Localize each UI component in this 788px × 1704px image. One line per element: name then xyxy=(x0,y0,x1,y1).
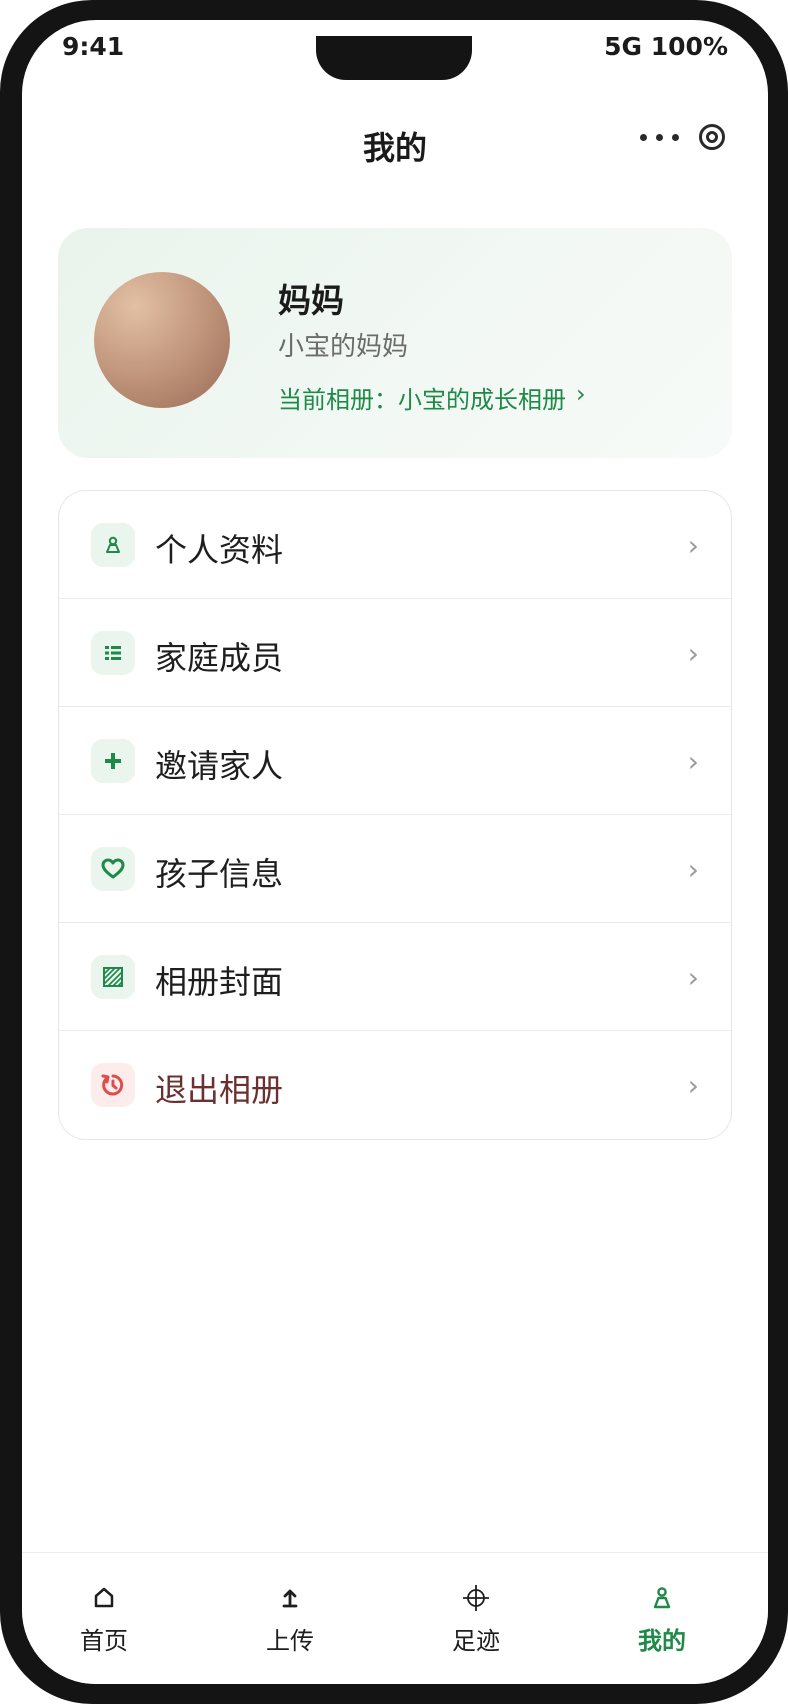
menu-item-exit-album[interactable]: 退出相册 › xyxy=(59,1031,731,1139)
tab-label: 足迹 xyxy=(452,1627,500,1655)
person-icon xyxy=(91,523,135,567)
album-prefix: 当前相册： xyxy=(278,386,398,414)
menu-item-label: 相册封面 xyxy=(155,963,284,1001)
menu-item-profile[interactable]: 个人资料 › xyxy=(59,491,731,599)
menu-item-album-cover[interactable]: 相册封面 › xyxy=(59,923,731,1031)
profile-name: 妈妈 xyxy=(278,281,344,320)
status-time: 9:41 xyxy=(62,32,125,61)
menu-item-child-info[interactable]: 孩子信息 › xyxy=(59,815,731,923)
phone-frame: 9:41 5G 100% 我的 妈妈 小宝的妈妈 当前相册： 小宝的成长相册 ›… xyxy=(0,0,788,1704)
home-icon xyxy=(92,1581,116,1615)
chevron-right-icon: › xyxy=(687,529,699,562)
menu-item-label: 个人资料 xyxy=(155,531,284,569)
status-signal: 5G 100% xyxy=(604,32,728,61)
menu-item-family[interactable]: 家庭成员 › xyxy=(59,599,731,707)
chevron-right-icon: › xyxy=(687,961,699,994)
mini-program-capsule xyxy=(640,124,725,150)
tab-footprints[interactable]: 足迹 xyxy=(416,1581,536,1656)
upload-icon xyxy=(278,1581,302,1615)
tab-label: 我的 xyxy=(638,1627,686,1655)
crosshair-icon xyxy=(461,1581,491,1615)
menu-item-label: 邀请家人 xyxy=(155,747,284,785)
tab-home[interactable]: 首页 xyxy=(44,1581,164,1656)
menu-item-label: 家庭成员 xyxy=(155,639,284,677)
tab-label: 上传 xyxy=(266,1627,314,1655)
list-icon xyxy=(91,631,135,675)
chevron-right-icon: › xyxy=(687,853,699,886)
tab-mine[interactable]: 我的 xyxy=(602,1581,722,1656)
menu-item-label: 孩子信息 xyxy=(155,855,284,893)
album-name: 小宝的成长相册 xyxy=(398,386,566,414)
menu-item-invite[interactable]: 邀请家人 › xyxy=(59,707,731,815)
tab-upload[interactable]: 上传 xyxy=(230,1581,350,1656)
profile-role: 小宝的妈妈 xyxy=(278,332,409,362)
current-album-link[interactable]: 当前相册： 小宝的成长相册 › xyxy=(278,380,586,415)
plus-icon xyxy=(91,739,135,783)
chevron-right-icon: › xyxy=(576,380,586,408)
tab-label: 首页 xyxy=(80,1627,128,1655)
screen: 9:41 5G 100% 我的 妈妈 小宝的妈妈 当前相册： 小宝的成长相册 ›… xyxy=(22,20,768,1684)
camera-notch xyxy=(316,36,472,80)
heart-icon xyxy=(91,847,135,891)
chevron-right-icon: › xyxy=(687,1069,699,1102)
chevron-right-icon: › xyxy=(687,637,699,670)
target-icon[interactable] xyxy=(699,124,725,150)
menu-item-label: 退出相册 xyxy=(155,1071,284,1109)
settings-menu: 个人资料 › 家庭成员 › 邀请家人 › 孩子信息 › 相册封面 › 退出相册 … xyxy=(58,490,732,1140)
profile-card[interactable]: 妈妈 小宝的妈妈 当前相册： 小宝的成长相册 › xyxy=(58,228,732,458)
image-icon xyxy=(91,955,135,999)
person-icon xyxy=(651,1581,673,1615)
avatar[interactable] xyxy=(94,272,230,408)
more-dots-icon[interactable] xyxy=(640,133,679,141)
bottom-tab-bar: 首页 上传 足迹 我的 xyxy=(22,1552,768,1684)
chevron-right-icon: › xyxy=(687,745,699,778)
exit-icon xyxy=(91,1063,135,1107)
